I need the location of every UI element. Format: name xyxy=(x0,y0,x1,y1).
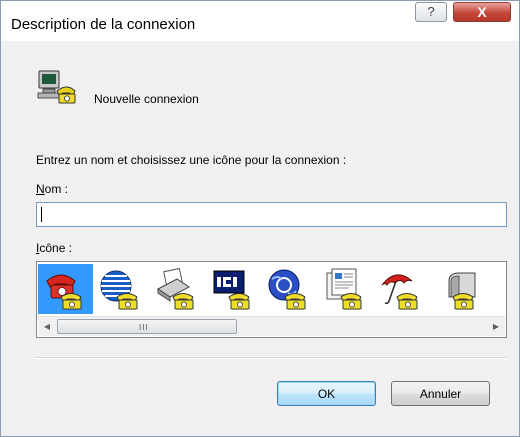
icon-list[interactable]: ◀ III ▶ xyxy=(36,261,507,338)
icon-option-mailbox[interactable] xyxy=(430,264,485,314)
dialog-body: Nouvelle connexion Entrez un nom et choi… xyxy=(9,41,511,429)
umbrella-phone-icon xyxy=(381,274,418,310)
icon-option-fax[interactable] xyxy=(150,264,205,314)
horizontal-scrollbar[interactable]: ◀ III ▶ xyxy=(38,316,505,336)
name-input[interactable] xyxy=(36,202,507,227)
fax-phone-icon xyxy=(157,267,194,310)
name-label-mnemonic: N xyxy=(36,182,45,196)
icon-label-text: cône : xyxy=(39,241,73,255)
instructions-text: Entrez un nom et choisissez une icône po… xyxy=(36,153,347,167)
mailbox-phone-icon xyxy=(448,272,476,310)
mci-phone-icon xyxy=(213,270,250,310)
grip-icon: III xyxy=(139,323,149,332)
text-caret xyxy=(41,207,42,222)
icon-option-globe[interactable] xyxy=(94,264,149,314)
cancel-button[interactable]: Annuler xyxy=(391,381,490,406)
document-phone-icon xyxy=(326,268,362,310)
ok-button[interactable]: OK xyxy=(277,381,376,406)
window-title: Description de la connexion xyxy=(11,16,196,33)
name-label-text: om : xyxy=(44,182,69,196)
scroll-right-arrow-icon[interactable]: ▶ xyxy=(488,319,504,335)
connection-name: Nouvelle connexion xyxy=(94,92,199,106)
computer-phone-icon xyxy=(37,70,76,104)
scroll-left-arrow-icon[interactable]: ◀ xyxy=(39,319,55,335)
close-icon: X xyxy=(477,4,487,20)
title-bar[interactable]: Description de la connexion ? X xyxy=(1,1,519,41)
icon-label: Icône : xyxy=(36,241,72,255)
help-icon: ? xyxy=(427,4,435,19)
dialog-window: Description de la connexion ? X Nouvelle… xyxy=(0,0,520,437)
separator xyxy=(36,357,507,359)
icon-option-red-phone[interactable] xyxy=(38,264,93,314)
close-button[interactable]: X xyxy=(453,2,511,22)
red-phone-icon xyxy=(46,274,82,310)
ge-globe-phone-icon xyxy=(268,269,306,310)
icon-option-mci[interactable] xyxy=(206,264,261,314)
scrollbar-thumb[interactable]: III xyxy=(57,319,237,334)
globe-phone-icon xyxy=(100,270,138,310)
icon-option-ge-globe[interactable] xyxy=(262,264,317,314)
help-button[interactable]: ? xyxy=(415,2,447,22)
name-label: Nom : xyxy=(36,182,68,196)
icon-option-umbrella[interactable] xyxy=(374,264,429,314)
icon-option-document[interactable] xyxy=(318,264,373,314)
